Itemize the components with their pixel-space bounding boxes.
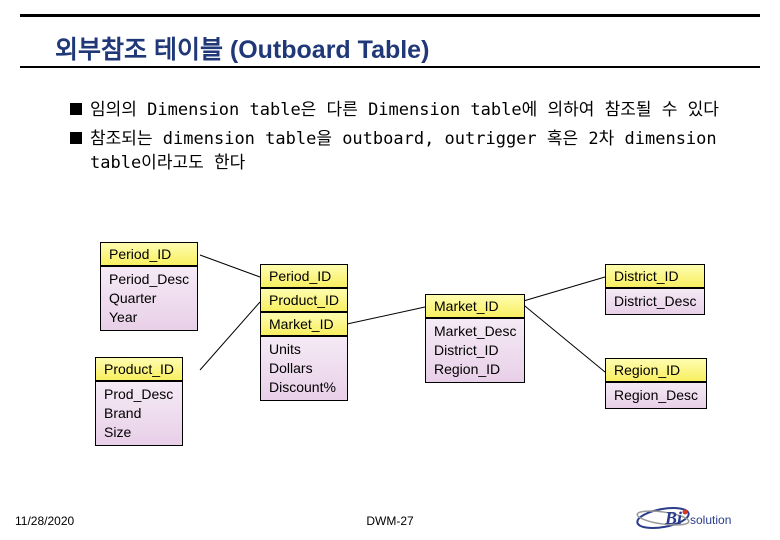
table-header: Market_ID <box>425 294 525 318</box>
table-body: Region_Desc <box>605 382 707 409</box>
table-body: Prod_Desc Brand Size <box>95 381 183 446</box>
table-body: District_Desc <box>605 288 705 315</box>
fact-table: Period_ID Product_ID Market_ID Units Dol… <box>260 264 348 401</box>
footer-date: 11/28/2020 <box>15 514 74 528</box>
slide-title: 외부참조 테이블 (Outboard Table) <box>55 30 429 66</box>
square-bullet-icon <box>70 103 82 115</box>
product-table: Product_ID Prod_Desc Brand Size <box>95 357 183 446</box>
square-bullet-icon <box>70 132 82 144</box>
bullet-item: 참조되는 dimension table을 outboard, outrigge… <box>70 127 720 176</box>
logo-text-main: Bi <box>664 508 682 528</box>
table-row: Product_ID <box>260 288 348 312</box>
table-body: Period_Desc Quarter Year <box>100 266 198 331</box>
table-row: Market_ID <box>260 312 348 336</box>
bullet-item: 임의의 Dimension table은 다른 Dimension table에… <box>70 98 720 123</box>
period-table: Period_ID Period_Desc Quarter Year <box>100 242 198 331</box>
bullet-list: 임의의 Dimension table은 다른 Dimension table에… <box>70 98 720 180</box>
er-diagram: Period_ID Period_Desc Quarter Year Produ… <box>75 242 750 480</box>
table-header: Region_ID <box>605 358 707 382</box>
table-header: Period_ID <box>100 242 198 266</box>
table-body: Units Dollars Discount% <box>260 336 348 401</box>
region-table: Region_ID Region_Desc <box>605 358 707 409</box>
table-header: Product_ID <box>95 357 183 381</box>
title-underline <box>20 66 760 68</box>
market-table: Market_ID Market_Desc District_ID Region… <box>425 294 525 383</box>
slide-footer: 11/28/2020 DWM-27 Bi solution <box>0 502 780 540</box>
top-divider <box>20 14 760 17</box>
logo-text-sub: solution <box>690 513 731 527</box>
district-table: District_ID District_Desc <box>605 264 705 315</box>
bullet-text: 임의의 Dimension table은 다른 Dimension table에… <box>90 98 719 123</box>
table-body: Market_Desc District_ID Region_ID <box>425 318 525 383</box>
table-row: Period_ID <box>260 264 348 288</box>
bi-solution-logo: Bi solution <box>635 504 755 532</box>
footer-page-number: DWM-27 <box>366 514 413 528</box>
logo-dot-icon <box>683 510 688 515</box>
table-header: District_ID <box>605 264 705 288</box>
bullet-text: 참조되는 dimension table을 outboard, outrigge… <box>90 127 720 176</box>
